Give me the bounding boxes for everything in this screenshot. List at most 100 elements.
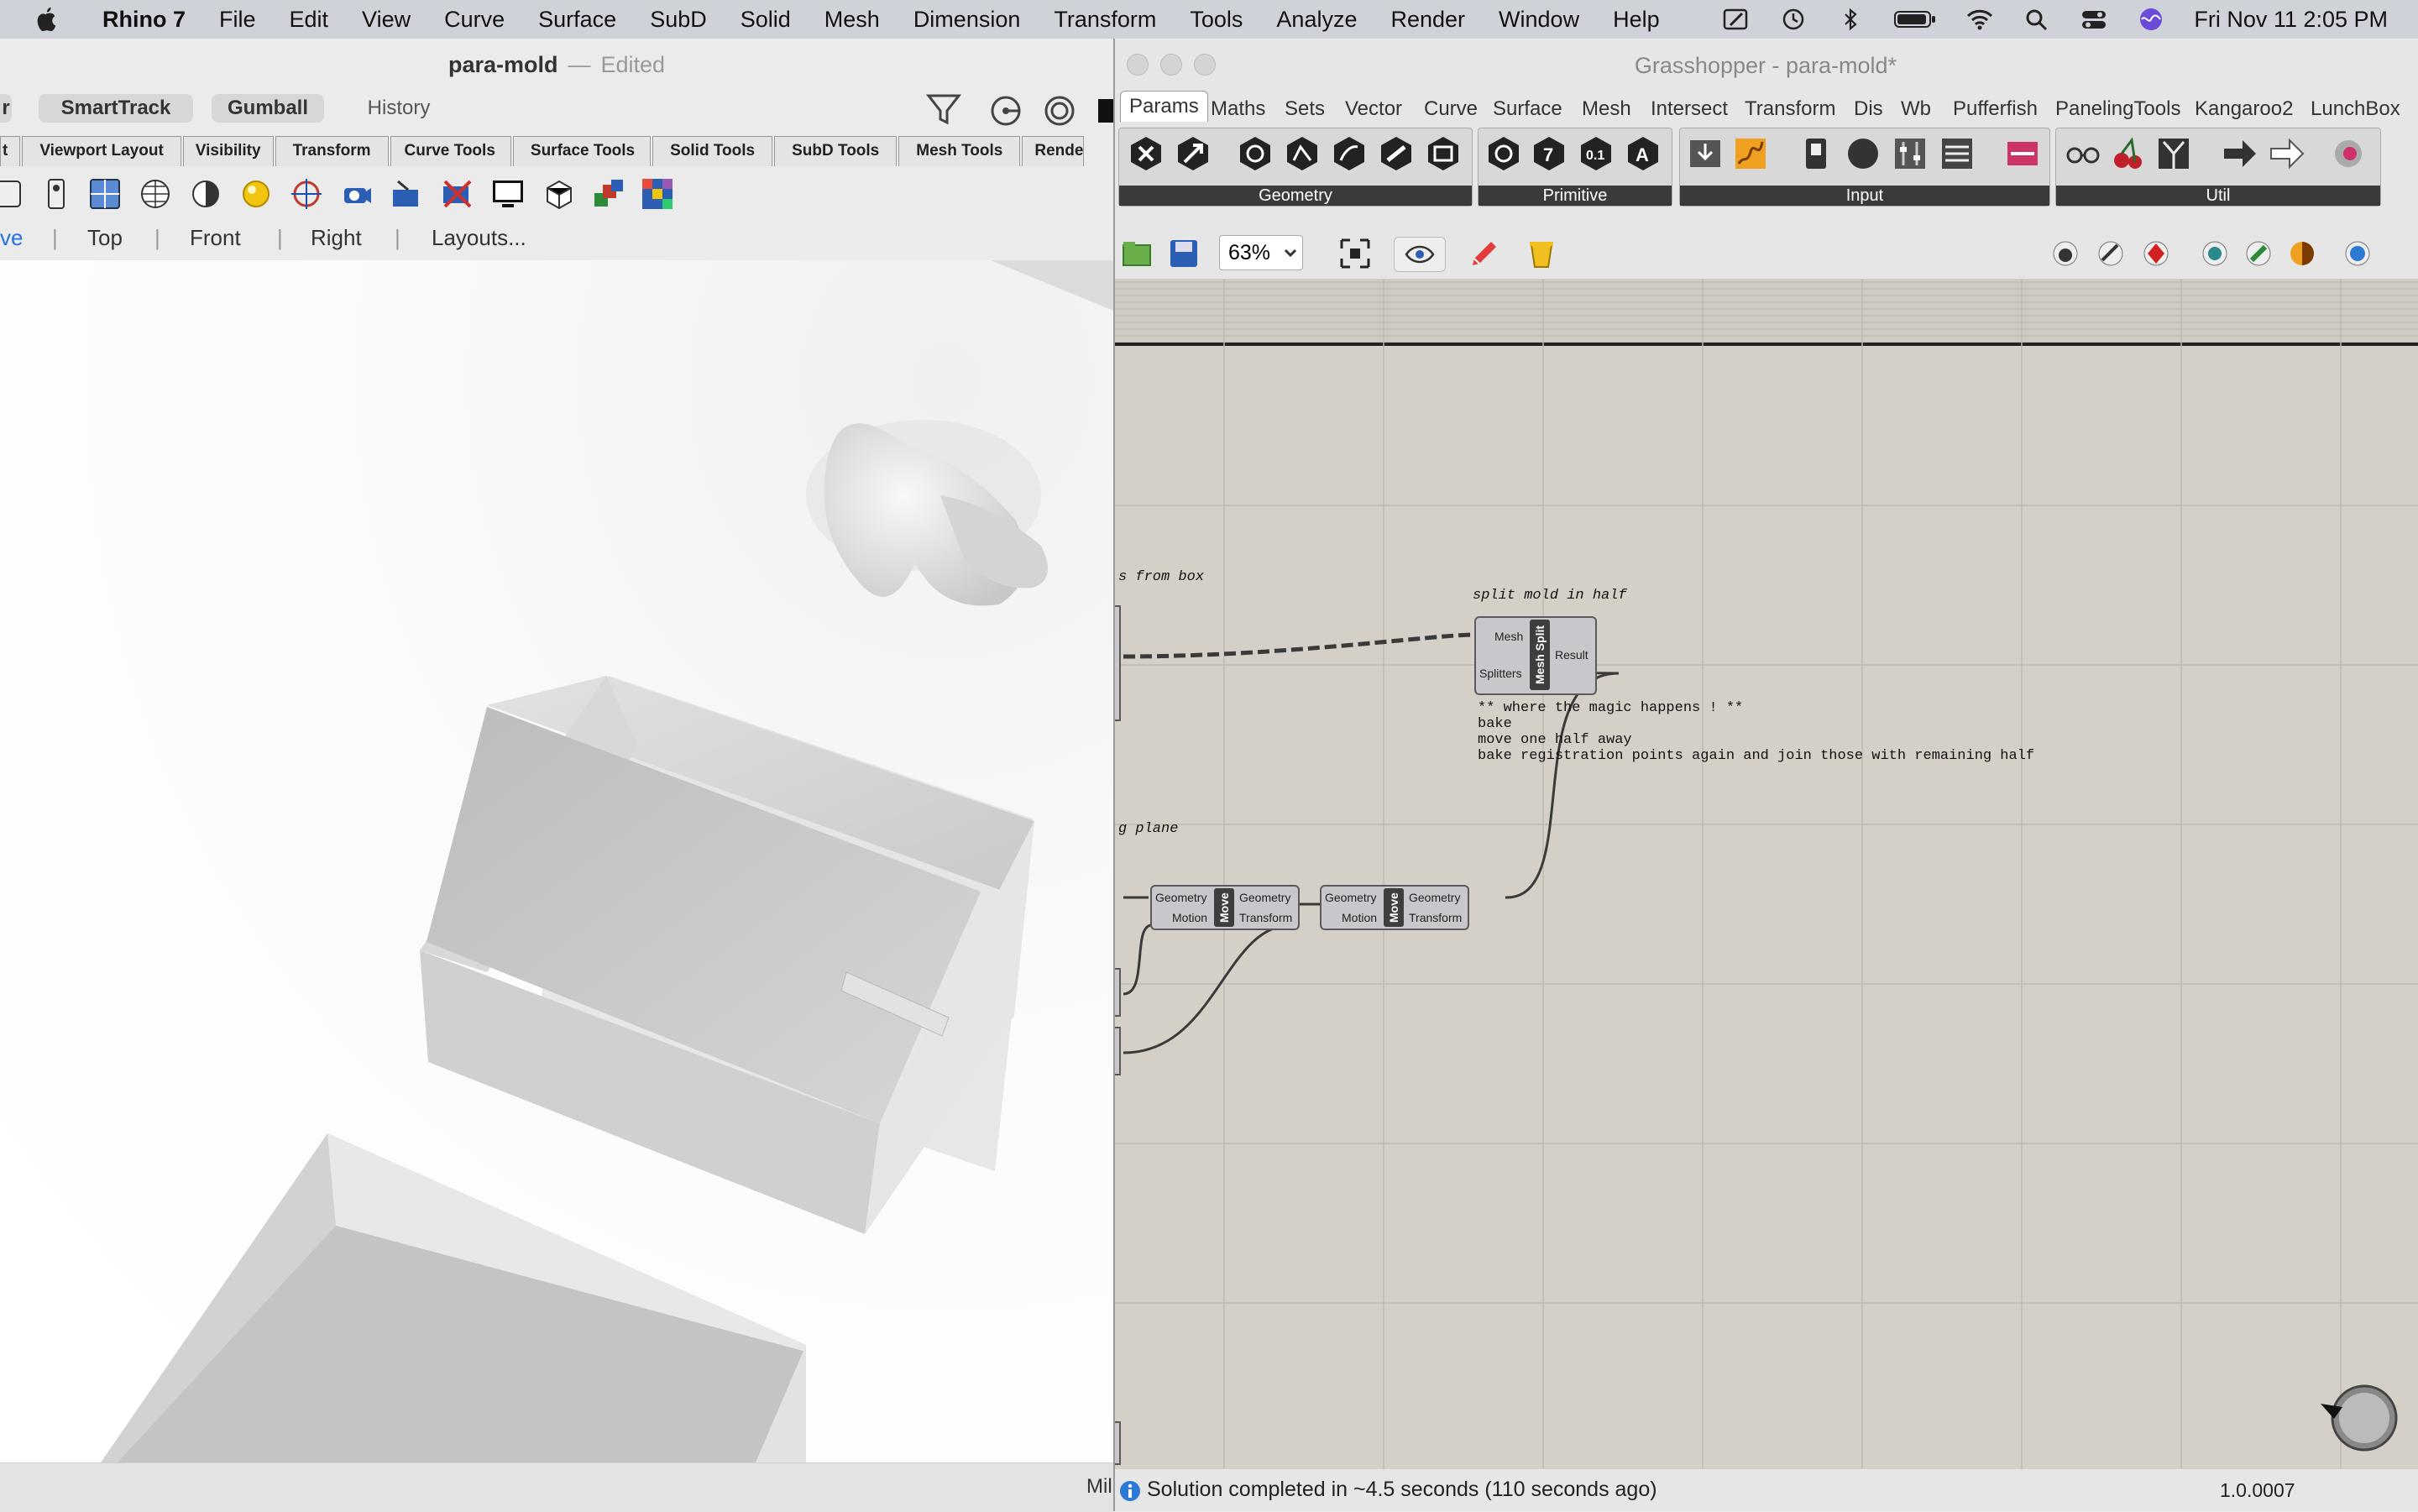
point-param-icon[interactable] <box>1128 135 1165 172</box>
remote-icon[interactable] <box>2330 135 2367 172</box>
menu-help[interactable]: Help <box>1613 7 1660 33</box>
display-modes-icon[interactable] <box>591 176 626 212</box>
menu-clock[interactable]: Fri Nov 11 2:05 PM <box>2194 7 2388 33</box>
control-center-icon[interactable] <box>2080 7 2108 32</box>
menu-curve[interactable]: Curve <box>444 7 505 33</box>
layers-icon[interactable] <box>87 176 123 212</box>
menu-transform[interactable]: Transform <box>1054 7 1156 33</box>
menu-surface[interactable]: Surface <box>538 7 616 33</box>
globe-icon[interactable] <box>138 176 173 212</box>
menu-edit[interactable]: Edit <box>290 7 329 33</box>
tab-visibility[interactable]: Visibility <box>182 136 274 166</box>
clean-canvas-icon[interactable] <box>1525 237 1558 270</box>
camera-icon[interactable] <box>339 176 374 212</box>
gradient-input-icon[interactable] <box>2004 135 2041 172</box>
gh-tab-lunchbox[interactable]: LunchBox <box>2311 97 2400 121</box>
input-motion[interactable]: Motion <box>1172 911 1207 924</box>
gh-tab-panelingtools[interactable]: PanelingTools <box>2055 97 2180 121</box>
vector-param-icon[interactable] <box>1175 135 1212 172</box>
tab-viewport-layout[interactable]: Viewport Layout <box>22 136 181 166</box>
value-list-icon[interactable] <box>1939 135 1976 172</box>
save-file-icon[interactable] <box>1167 237 1201 270</box>
menu-solid[interactable]: Solid <box>741 7 791 33</box>
info-icon[interactable] <box>1118 1479 1142 1503</box>
zoom-extents-icon[interactable] <box>1338 237 1372 270</box>
ghosted-icon[interactable] <box>541 176 576 212</box>
gh-tab-transform[interactable]: Transform <box>1745 97 1835 121</box>
cplane-icon[interactable] <box>0 176 27 212</box>
menu-subd[interactable]: SubD <box>650 7 707 33</box>
preview-shaded-icon[interactable] <box>2094 237 2128 270</box>
cherry-icon[interactable] <box>2110 135 2147 172</box>
viewport-tab-perspective-partial[interactable]: ve <box>0 225 23 251</box>
search-icon[interactable] <box>2023 7 2051 32</box>
gumball-toggle[interactable]: Gumball <box>212 94 324 123</box>
surface-param-icon[interactable] <box>1331 135 1368 172</box>
named-view-icon[interactable] <box>390 176 425 212</box>
input-geometry[interactable]: Geometry <box>1155 891 1206 904</box>
tab-partial[interactable]: t <box>0 136 21 166</box>
viewport-icon[interactable] <box>39 176 74 212</box>
shade-icon[interactable] <box>188 176 223 212</box>
viewport-tab-front[interactable]: Front <box>190 225 241 251</box>
gh-tab-params[interactable]: Params <box>1120 91 1208 122</box>
output-geometry[interactable]: Geometry <box>1409 891 1460 904</box>
planar-icon[interactable] <box>1041 92 1078 129</box>
history-toggle[interactable]: History <box>344 94 453 123</box>
tab-surface-tools[interactable]: Surface Tools <box>512 136 652 166</box>
move-component-1[interactable]: Geometry Motion Move Geometry Transform <box>1150 885 1300 930</box>
bluetooth-icon[interactable] <box>1836 7 1865 32</box>
preview-selected-icon[interactable] <box>2139 237 2173 270</box>
input-geometry[interactable]: Geometry <box>1325 891 1376 904</box>
viewport-tab-layouts[interactable]: Layouts... <box>432 225 526 251</box>
zoom-dropdown[interactable]: 63% <box>1219 235 1303 270</box>
tab-mesh-tools[interactable]: Mesh Tools <box>898 136 1021 166</box>
app-menu[interactable]: Rhino 7 <box>102 7 186 33</box>
arrow-outline-icon[interactable] <box>2268 135 2305 172</box>
smarttrack-toggle[interactable]: SmartTrack <box>39 94 193 123</box>
perspective-viewport[interactable] <box>0 260 1113 1462</box>
graph-mapper-icon[interactable] <box>1732 135 1769 172</box>
glasses-icon[interactable] <box>2065 135 2101 172</box>
gh-tab-kangaroo2[interactable]: Kangaroo2 <box>2195 97 2293 121</box>
display-mode-1-icon[interactable] <box>2198 237 2232 270</box>
monitor-icon[interactable] <box>490 176 526 212</box>
grasshopper-canvas[interactable]: s from box split mold in half ** where t… <box>1115 279 2418 1469</box>
siri-icon[interactable] <box>2137 7 2165 32</box>
apple-icon[interactable] <box>34 6 59 33</box>
gh-tab-sets[interactable]: Sets <box>1285 97 1325 121</box>
time-machine-icon[interactable] <box>1779 7 1808 32</box>
tab-curve-tools[interactable]: Curve Tools <box>390 136 511 166</box>
color-grid-icon[interactable] <box>640 176 675 212</box>
mesh-split-component[interactable]: Mesh Splitters Mesh Split Result <box>1474 616 1597 695</box>
gh-tab-vector[interactable]: Vector <box>1345 97 1402 121</box>
curve-param-icon[interactable] <box>1284 135 1321 172</box>
wifi-icon[interactable] <box>1965 7 1994 32</box>
preview-toggle[interactable] <box>1394 237 1446 272</box>
delete-view-icon[interactable] <box>440 176 475 212</box>
viewport-tab-top[interactable]: Top <box>87 225 123 251</box>
boolean-param-icon[interactable] <box>1485 135 1522 172</box>
sketch-icon[interactable] <box>1468 237 1501 270</box>
menu-mesh[interactable]: Mesh <box>824 7 880 33</box>
display-mode-2-icon[interactable] <box>2242 237 2275 270</box>
toggle-input-icon[interactable] <box>1798 135 1834 172</box>
preview-wire-icon[interactable] <box>2049 237 2082 270</box>
toggle-pill-partial[interactable]: r <box>0 94 12 123</box>
menu-tools[interactable]: Tools <box>1190 7 1243 33</box>
osnap-icon[interactable] <box>987 92 1024 129</box>
gh-tab-surface[interactable]: Surface <box>1493 97 1562 121</box>
cluster-icon[interactable] <box>2155 135 2192 172</box>
button-input-icon[interactable] <box>1845 135 1882 172</box>
viewport-tab-right[interactable]: Right <box>311 225 362 251</box>
display-mode-4-icon[interactable] <box>2341 237 2374 270</box>
menu-file[interactable]: File <box>219 7 256 33</box>
menu-window[interactable]: Window <box>1499 7 1579 33</box>
battery-icon[interactable] <box>1893 7 1937 32</box>
move-component-2[interactable]: Geometry Motion Move Geometry Transform <box>1320 885 1469 930</box>
brep-param-icon[interactable] <box>1378 135 1415 172</box>
filter-icon[interactable] <box>924 89 964 129</box>
output-result[interactable]: Result <box>1555 648 1588 662</box>
gh-tab-pufferfish[interactable]: Pufferfish <box>1953 97 2038 121</box>
data-input-icon[interactable] <box>1687 135 1724 172</box>
